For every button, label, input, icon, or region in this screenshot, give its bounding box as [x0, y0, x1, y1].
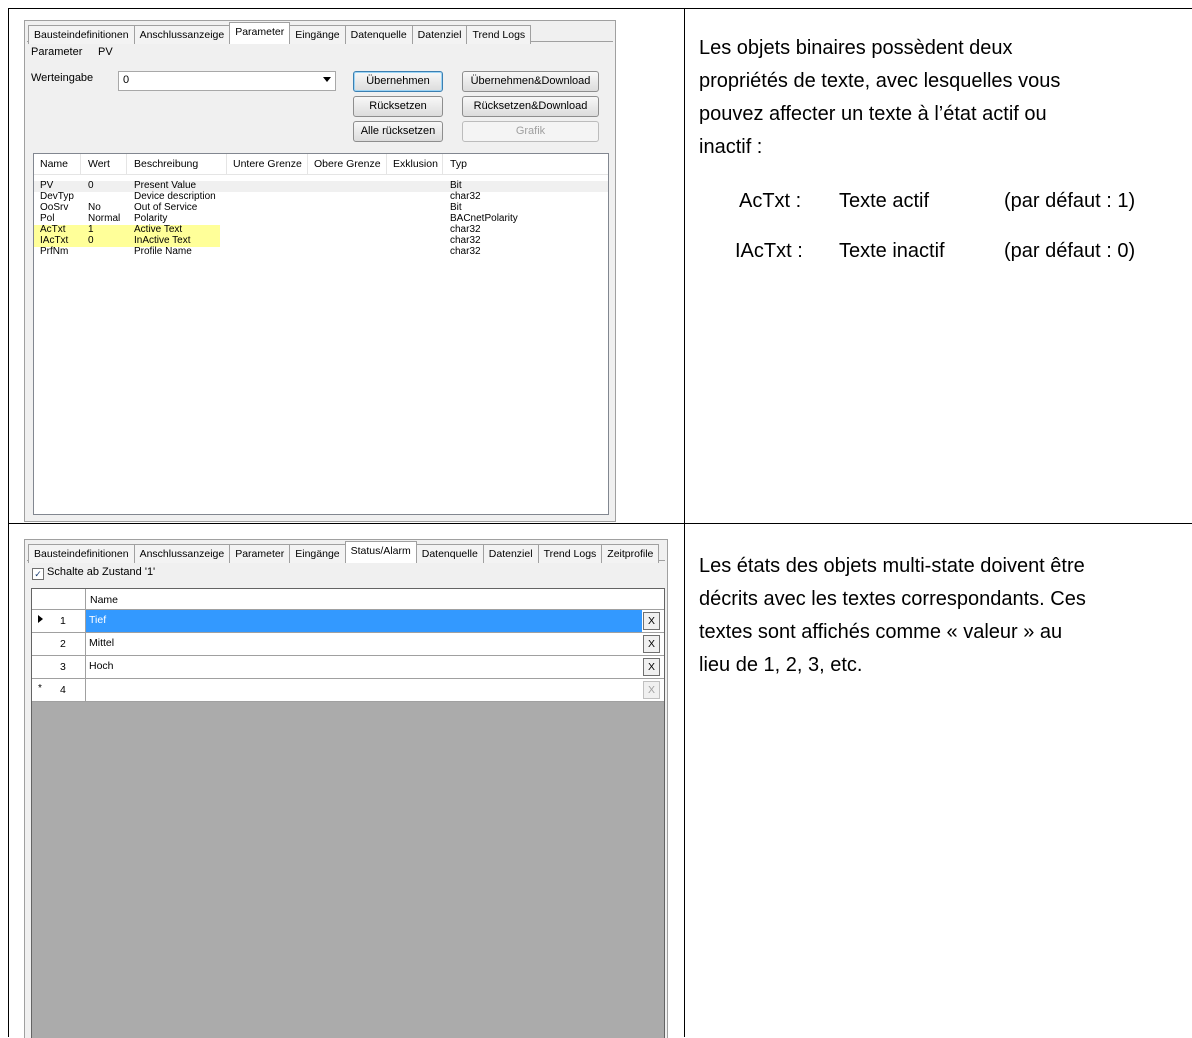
- uebernehmen-download-button[interactable]: Übernehmen&Download: [462, 71, 599, 92]
- table-row-new[interactable]: * 4 X: [32, 679, 664, 702]
- list-item[interactable]: PrfNm Profile Name char32: [34, 246, 608, 258]
- grid-header: Name: [32, 589, 664, 610]
- tab-parameter[interactable]: Parameter: [229, 544, 291, 563]
- schalte-ab-zustand-checkbox[interactable]: ✓: [32, 568, 44, 580]
- tab-datenquelle[interactable]: Datenquelle: [344, 25, 413, 44]
- column-header-untere-grenze[interactable]: Untere Grenze: [233, 158, 302, 170]
- state-name-cell[interactable]: Mittel: [86, 633, 642, 655]
- delete-row-button[interactable]: X: [643, 658, 660, 676]
- tab-trend-logs[interactable]: Trend Logs: [466, 25, 532, 44]
- tab-datenziel[interactable]: Datenziel: [411, 25, 468, 44]
- list-item-highlighted[interactable]: AcTxt 1 Active Text char32: [34, 224, 608, 236]
- tab-eingaenge[interactable]: Eingänge: [289, 544, 346, 563]
- tab-bar: Bausteindefinitionen Anschlussanzeige Pa…: [28, 22, 532, 45]
- tab-bausteindefinitionen[interactable]: Bausteindefinitionen: [28, 25, 135, 44]
- list-item[interactable]: Pol Normal Polarity BACnetPolarity: [34, 213, 608, 225]
- state-name-cell[interactable]: [86, 679, 642, 701]
- tab-anschlussanzeige[interactable]: Anschlussanzeige: [133, 544, 231, 563]
- state-name-cell[interactable]: Tief: [86, 610, 642, 632]
- tab-parameter[interactable]: Parameter: [229, 22, 291, 44]
- column-header-obere-grenze[interactable]: Obere Grenze: [314, 158, 381, 170]
- uebernehmen-button[interactable]: Übernehmen: [353, 71, 443, 92]
- column-header-name[interactable]: Name: [90, 594, 118, 606]
- status-alarm-panel-screenshot: Bausteindefinitionen Anschlussanzeige Pa…: [24, 539, 668, 1038]
- column-header-name[interactable]: Name: [40, 158, 68, 170]
- state-text-grid[interactable]: Name 1 Tief X 2 Mittel X 3 Hoch X * 4 X: [31, 588, 665, 1038]
- tab-status-alarm[interactable]: Status/Alarm: [344, 541, 417, 563]
- parameter-list[interactable]: Name Wert Beschreibung Untere Grenze Obe…: [33, 153, 609, 515]
- definition-row-actxt: AcTxt : Texte actif (par défaut : 1): [739, 190, 1136, 212]
- werteingabe-dropdown[interactable]: 0: [118, 71, 336, 91]
- chevron-down-icon: [323, 77, 331, 82]
- delete-row-button[interactable]: X: [643, 681, 660, 699]
- binary-objects-description: Les objets binaires possèdent deux propr…: [699, 37, 1061, 158]
- definition-row-iactxt: IAcTxt : Texte inactif (par défaut : 0): [735, 240, 1136, 262]
- list-header: Name Wert Beschreibung Untere Grenze Obe…: [34, 154, 608, 175]
- tab-bar: Bausteindefinitionen Anschlussanzeige Pa…: [28, 541, 660, 564]
- table-row[interactable]: 3 Hoch X: [32, 656, 664, 679]
- list-item[interactable]: DevTyp Device description char32: [34, 191, 608, 203]
- delete-row-button[interactable]: X: [643, 635, 660, 653]
- parameter-panel-screenshot: Bausteindefinitionen Anschlussanzeige Pa…: [24, 20, 616, 522]
- column-header-typ[interactable]: Typ: [450, 158, 467, 170]
- ruecksetzen-download-button[interactable]: Rücksetzen&Download: [462, 96, 599, 117]
- tab-trend-logs[interactable]: Trend Logs: [537, 544, 603, 563]
- current-row-arrow-icon: [38, 615, 43, 623]
- list-item[interactable]: PV 0 Present Value Bit: [34, 180, 608, 192]
- schalte-ab-zustand-label: Schalte ab Zustand '1': [47, 566, 156, 578]
- alle-ruecksetzen-button[interactable]: Alle rücksetzen: [353, 121, 443, 142]
- new-row-asterisk-icon: *: [38, 683, 42, 694]
- delete-row-button[interactable]: X: [643, 612, 660, 630]
- table-row-divider: [8, 523, 1192, 524]
- werteingabe-label: Werteingabe: [31, 72, 94, 84]
- state-name-cell[interactable]: Hoch: [86, 656, 642, 678]
- column-header-exklusion[interactable]: Exklusion: [393, 158, 438, 170]
- tab-zeitprofile[interactable]: Zeitprofile: [601, 544, 660, 563]
- list-item-highlighted[interactable]: IAcTxt 0 InActive Text char32: [34, 235, 608, 247]
- grafik-button[interactable]: Grafik: [462, 121, 599, 142]
- parameter-label: Parameter: [31, 46, 83, 58]
- column-header-beschreibung[interactable]: Beschreibung: [134, 158, 198, 170]
- tab-anschlussanzeige[interactable]: Anschlussanzeige: [133, 25, 231, 44]
- column-header-wert[interactable]: Wert: [88, 158, 110, 170]
- table-top-border: [8, 8, 1192, 9]
- text-property-list: AcTxt : Texte actif (par défaut : 1) IAc…: [699, 190, 1179, 282]
- table-row[interactable]: 1 Tief X: [32, 610, 664, 633]
- table-row[interactable]: 2 Mittel X: [32, 633, 664, 656]
- werteingabe-value: 0: [123, 74, 130, 86]
- tab-datenquelle[interactable]: Datenquelle: [415, 544, 484, 563]
- multistate-objects-description: Les états des objets multi-state doivent…: [699, 555, 1086, 676]
- parameter-value: PV: [98, 46, 113, 58]
- ruecksetzen-button[interactable]: Rücksetzen: [353, 96, 443, 117]
- tab-eingaenge[interactable]: Eingänge: [289, 25, 346, 44]
- tab-bausteindefinitionen[interactable]: Bausteindefinitionen: [28, 544, 135, 563]
- tab-datenziel[interactable]: Datenziel: [482, 544, 539, 563]
